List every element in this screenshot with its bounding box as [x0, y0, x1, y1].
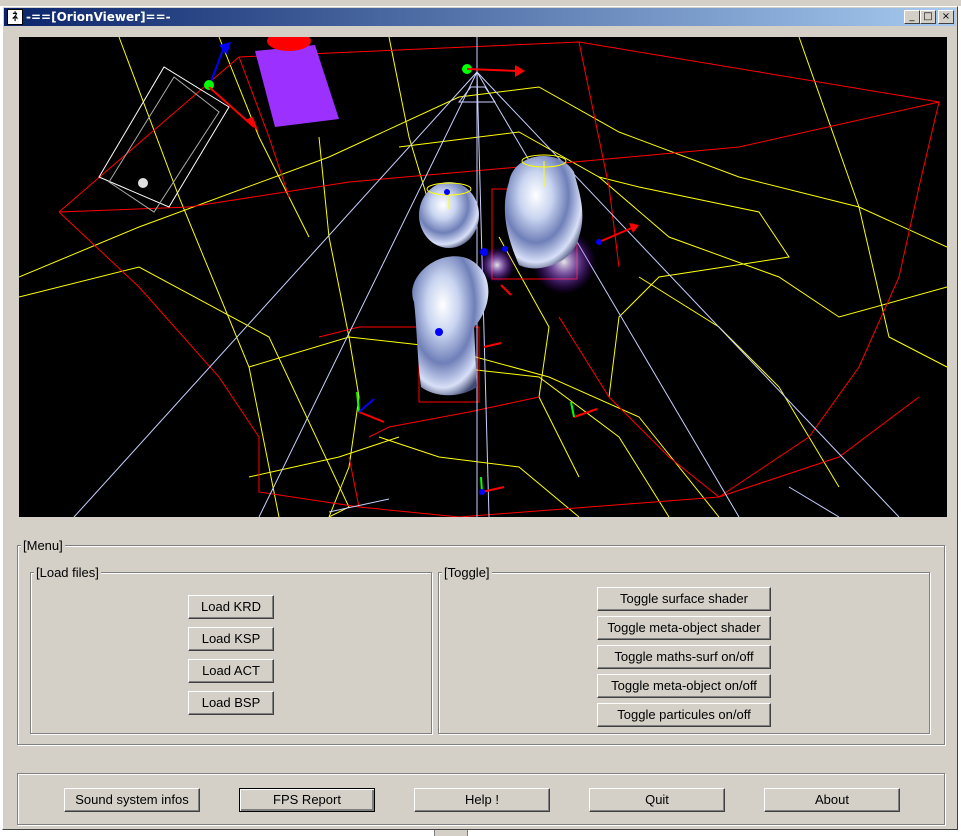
minimize-icon: _ [909, 11, 915, 22]
app-logo-icon[interactable]: ﾈ [7, 9, 23, 25]
toggle-particules-button[interactable]: Toggle particules on/off [597, 703, 771, 727]
load-files-group-label: [Load files] [34, 565, 101, 580]
toggle-group-label: [Toggle] [442, 565, 492, 580]
maximize-icon: □ [923, 11, 933, 22]
toggle-surface-shader-button[interactable]: Toggle surface shader [597, 587, 771, 611]
render-viewport[interactable] [19, 37, 947, 517]
orion-viewer-window: ﾈ -==[OrionViewer]==- _ □ × [Menu] [Load… [2, 6, 958, 830]
help-button[interactable]: Help ! [414, 788, 550, 812]
close-icon: × [941, 11, 951, 22]
load-bsp-button[interactable]: Load BSP [188, 691, 274, 715]
quit-button[interactable]: Quit [589, 788, 725, 812]
load-files-group: [Load files] Load KRD Load KSP Load ACT … [30, 565, 432, 734]
title-bar[interactable]: ﾈ -==[OrionViewer]==- _ □ × [4, 8, 956, 26]
toggle-meta-object-button[interactable]: Toggle meta-object on/off [597, 674, 771, 698]
fps-report-button[interactable]: FPS Report [239, 788, 375, 812]
toggle-maths-surf-button[interactable]: Toggle maths-surf on/off [597, 645, 771, 669]
toggle-group: [Toggle] Toggle surface shader Toggle me… [438, 565, 930, 734]
load-act-button[interactable]: Load ACT [188, 659, 274, 683]
close-button[interactable]: × [938, 10, 954, 24]
minimize-button[interactable]: _ [904, 10, 920, 24]
load-krd-button[interactable]: Load KRD [188, 595, 274, 619]
menu-group: [Menu] [Load files] Load KRD Load KSP Lo… [17, 538, 945, 745]
menu-group-label: [Menu] [21, 538, 65, 553]
sound-system-infos-button[interactable]: Sound system infos [64, 788, 200, 812]
load-ksp-button[interactable]: Load KSP [188, 627, 274, 651]
footer-group: Sound system infos FPS Report Help ! Qui… [17, 773, 945, 825]
about-button[interactable]: About [764, 788, 900, 812]
purple-cube [255, 45, 339, 127]
toggle-meta-object-shader-button[interactable]: Toggle meta-object shader [597, 616, 771, 640]
scene-render [19, 37, 947, 517]
maximize-button[interactable]: □ [920, 10, 936, 24]
window-title: -==[OrionViewer]==- [26, 10, 171, 24]
